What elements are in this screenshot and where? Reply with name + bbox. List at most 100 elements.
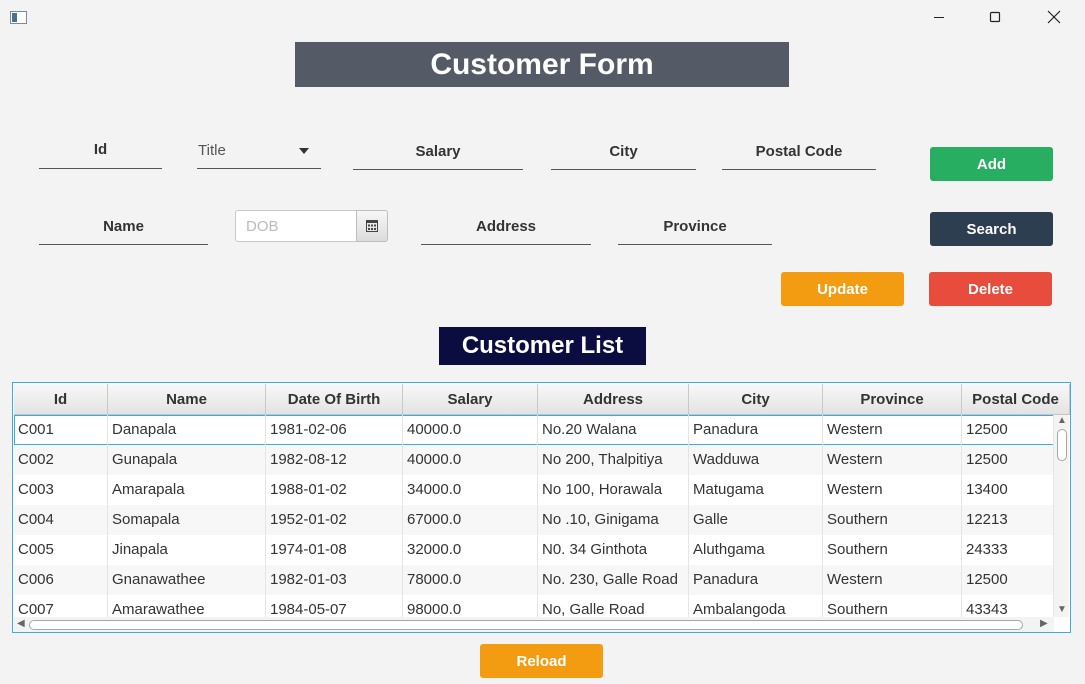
cell-salary: 32000.0	[403, 535, 538, 565]
cell-id: C005	[14, 535, 108, 565]
column-header-city[interactable]: City	[689, 384, 823, 414]
cell-city: Panadura	[689, 415, 823, 445]
cell-dob: 1974-01-08	[266, 535, 403, 565]
cell-address: No, Galle Road	[538, 595, 689, 617]
cell-city: Galle	[689, 505, 823, 535]
city-field[interactable]: City	[551, 142, 696, 170]
cell-city: Aluthgama	[689, 535, 823, 565]
table-row[interactable]: C004 Somapala 1952-01-02 67000.0 No .10,…	[14, 505, 1054, 535]
cell-postal-code: 12500	[962, 415, 1054, 445]
scroll-left-arrow-icon[interactable]: ◀	[17, 619, 25, 629]
cell-province: Western	[823, 445, 962, 475]
cell-postal-code: 24333	[962, 535, 1054, 565]
cell-salary: 40000.0	[403, 415, 538, 445]
cell-id: C002	[14, 445, 108, 475]
cell-name: Amarapala	[108, 475, 266, 505]
table-row[interactable]: C003 Amarapala 1988-01-02 34000.0 No 100…	[14, 475, 1054, 505]
cell-dob: 1988-01-02	[266, 475, 403, 505]
reload-button[interactable]: Reload	[480, 644, 603, 678]
cell-id: C006	[14, 565, 108, 595]
cell-province: Southern	[823, 595, 962, 617]
cell-name: Gunapala	[108, 445, 266, 475]
cell-id: C003	[14, 475, 108, 505]
cell-province: Southern	[823, 535, 962, 565]
cell-postal-code: 12500	[962, 565, 1054, 595]
scroll-up-arrow-icon[interactable]: ▲	[1057, 416, 1067, 426]
cell-dob: 1984-05-07	[266, 595, 403, 617]
scroll-down-arrow-icon[interactable]: ▼	[1057, 605, 1067, 615]
cell-salary: 98000.0	[403, 595, 538, 617]
column-header-name[interactable]: Name	[108, 384, 266, 414]
cell-name: Danapala	[108, 415, 266, 445]
cell-city: Ambalangoda	[689, 595, 823, 617]
cell-id: C004	[14, 505, 108, 535]
cell-province: Western	[823, 475, 962, 505]
dropdown-arrow-icon[interactable]	[299, 148, 309, 154]
cell-dob: 1982-01-03	[266, 565, 403, 595]
search-button[interactable]: Search	[930, 212, 1053, 246]
table-row[interactable]: C001 Danapala 1981-02-06 40000.0 No.20 W…	[14, 415, 1054, 445]
postal-code-field[interactable]: Postal Code	[722, 142, 876, 170]
cell-name: Amarawathee	[108, 595, 266, 617]
cell-address: No. 230, Galle Road	[538, 565, 689, 595]
calendar-icon[interactable]	[356, 210, 388, 242]
cell-postal-code: 43343	[962, 595, 1054, 617]
cell-address: N0. 34 Ginthota	[538, 535, 689, 565]
table-row[interactable]: C005 Jinapala 1974-01-08 32000.0 N0. 34 …	[14, 535, 1054, 565]
cell-dob: 1981-02-06	[266, 415, 403, 445]
update-button[interactable]: Update	[781, 272, 904, 306]
province-field[interactable]: Province	[618, 217, 772, 245]
app-window-icon	[10, 11, 27, 24]
dob-date-picker-input[interactable]	[235, 210, 357, 242]
minimize-icon[interactable]	[916, 0, 962, 34]
cell-salary: 78000.0	[403, 565, 538, 595]
table-row[interactable]: C007 Amarawathee 1984-05-07 98000.0 No, …	[14, 595, 1054, 617]
form-heading: Customer Form	[295, 42, 789, 87]
column-header-address[interactable]: Address	[538, 384, 689, 414]
cell-dob: 1952-01-02	[266, 505, 403, 535]
horizontal-scrollbar[interactable]: ◀ ▶	[14, 617, 1054, 632]
table-row[interactable]: C006 Gnanawathee 1982-01-03 78000.0 No. …	[14, 565, 1054, 595]
maximize-icon[interactable]	[972, 0, 1018, 34]
address-field[interactable]: Address	[421, 217, 591, 245]
add-button[interactable]: Add	[930, 147, 1053, 181]
cell-postal-code: 13400	[962, 475, 1054, 505]
name-field[interactable]: Name	[39, 217, 208, 245]
cell-salary: 67000.0	[403, 505, 538, 535]
column-header-province[interactable]: Province	[823, 384, 962, 414]
cell-name: Somapala	[108, 505, 266, 535]
cell-name: Jinapala	[108, 535, 266, 565]
cell-city: Panadura	[689, 565, 823, 595]
cell-province: Southern	[823, 505, 962, 535]
table-body: C001 Danapala 1981-02-06 40000.0 No.20 W…	[14, 415, 1054, 617]
column-header-postal-code[interactable]: Postal Code	[962, 384, 1070, 414]
customer-table[interactable]: Id Name Date Of Birth Salary Address Cit…	[12, 382, 1071, 633]
cell-postal-code: 12500	[962, 445, 1054, 475]
table-row[interactable]: C002 Gunapala 1982-08-12 40000.0 No 200,…	[14, 445, 1054, 475]
column-header-dob[interactable]: Date Of Birth	[266, 384, 403, 414]
cell-name: Gnanawathee	[108, 565, 266, 595]
title-combobox[interactable]: Title	[197, 141, 321, 169]
cell-address: No 200, Thalpitiya	[538, 445, 689, 475]
cell-province: Western	[823, 415, 962, 445]
cell-dob: 1982-08-12	[266, 445, 403, 475]
scroll-right-arrow-icon[interactable]: ▶	[1040, 619, 1048, 629]
cell-address: No .10, Ginigama	[538, 505, 689, 535]
delete-button[interactable]: Delete	[929, 272, 1052, 306]
id-field[interactable]: Id	[39, 140, 162, 169]
vertical-scroll-thumb[interactable]	[1057, 429, 1067, 461]
column-header-salary[interactable]: Salary	[403, 384, 538, 414]
cell-address: No.20 Walana	[538, 415, 689, 445]
horizontal-scroll-thumb[interactable]	[29, 620, 1023, 630]
close-icon[interactable]	[1031, 0, 1077, 34]
column-header-id[interactable]: Id	[14, 384, 108, 414]
cell-postal-code: 12213	[962, 505, 1054, 535]
cell-province: Western	[823, 565, 962, 595]
list-heading: Customer List	[439, 327, 646, 365]
cell-salary: 40000.0	[403, 445, 538, 475]
cell-id: C001	[14, 415, 108, 445]
salary-field[interactable]: Salary	[353, 142, 523, 170]
cell-salary: 34000.0	[403, 475, 538, 505]
vertical-scrollbar[interactable]: ▲ ▼	[1054, 415, 1069, 617]
cell-city: Wadduwa	[689, 445, 823, 475]
